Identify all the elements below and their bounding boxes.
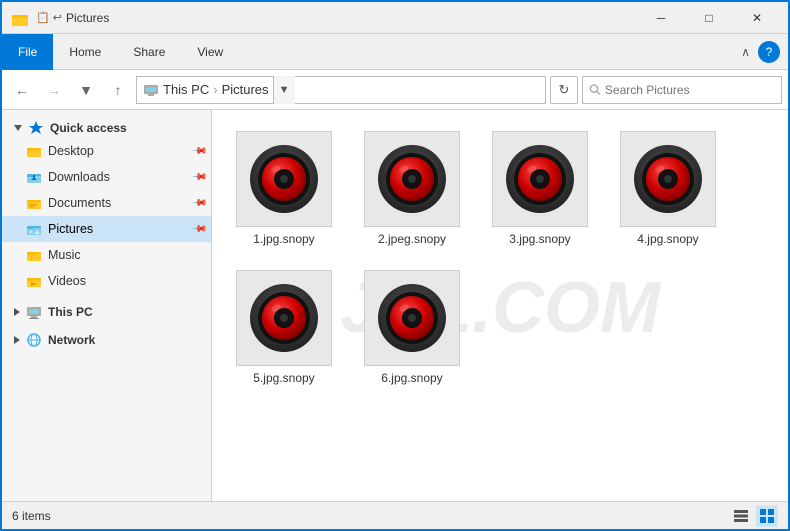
forward-button[interactable]: → xyxy=(40,76,68,104)
sidebar-item-downloads[interactable]: Downloads 📌 xyxy=(2,164,211,190)
list-view-icon xyxy=(733,508,749,524)
this-pc-label: This PC xyxy=(48,305,93,319)
documents-label: Documents xyxy=(48,196,111,210)
path-pictures[interactable]: Pictures xyxy=(222,82,269,97)
toolbar-icon: 📋 ↩ xyxy=(36,11,62,24)
path-this-pc[interactable]: This PC xyxy=(163,82,209,97)
window-title: Pictures xyxy=(66,11,638,25)
desktop-label: Desktop xyxy=(48,144,94,158)
window-icon xyxy=(10,8,30,28)
file-item-4[interactable]: 4.jpg.snopy xyxy=(608,122,728,253)
ribbon-chevron: ∧ ? xyxy=(741,41,788,63)
videos-label: Videos xyxy=(48,274,86,288)
ribbon: File Home Share View ∧ ? xyxy=(2,34,788,70)
help-button[interactable]: ? xyxy=(758,41,780,63)
tab-share[interactable]: Share xyxy=(117,34,181,70)
view-controls xyxy=(730,505,778,527)
file-thumbnail-1 xyxy=(236,131,332,227)
sidebar: Quick access Desktop 📌 xyxy=(2,110,212,505)
minimize-button[interactable]: ─ xyxy=(638,2,684,34)
sidebar-item-music[interactable]: ♪ Music xyxy=(2,242,211,268)
sidebar-section-quick-access[interactable]: Quick access xyxy=(2,114,211,138)
tab-view[interactable]: View xyxy=(181,34,239,70)
file-thumbnail-3 xyxy=(492,131,588,227)
file-thumbnail-4 xyxy=(620,131,716,227)
search-icon xyxy=(589,83,601,96)
expand-network-icon xyxy=(14,336,20,344)
expand-this-pc-icon xyxy=(14,308,20,316)
folder-blue-icon xyxy=(26,143,42,159)
file-item-2[interactable]: 2.jpeg.snopy xyxy=(352,122,472,253)
grid-view-button[interactable] xyxy=(756,505,778,527)
search-input[interactable] xyxy=(605,83,775,97)
star-icon xyxy=(28,120,44,136)
pin-icon-3: 📌 xyxy=(190,195,207,212)
sidebar-item-videos[interactable]: Videos xyxy=(2,268,211,294)
file-name-6: 6.jpg.snopy xyxy=(381,371,442,385)
pin-icon: 📌 xyxy=(190,143,207,160)
folder-download-icon xyxy=(26,169,42,185)
file-item-6[interactable]: 6.jpg.snopy xyxy=(352,261,472,392)
file-item-1[interactable]: 1.jpg.snopy xyxy=(224,122,344,253)
folder-pics-icon xyxy=(26,221,42,237)
file-name-5: 5.jpg.snopy xyxy=(253,371,314,385)
item-count: 6 items xyxy=(12,509,51,523)
sidebar-section-network[interactable]: Network xyxy=(2,326,211,350)
file-name-4: 4.jpg.snopy xyxy=(637,232,698,246)
tab-file[interactable]: File xyxy=(2,34,53,70)
content-area: JSL.COM xyxy=(212,110,788,505)
grid-view-icon xyxy=(759,508,775,524)
collapse-ribbon-button[interactable]: ∧ xyxy=(741,45,750,59)
recent-locations-button[interactable]: ▼ xyxy=(72,76,100,104)
music-icon: ♪ xyxy=(26,247,42,263)
file-grid: 1.jpg.snopy xyxy=(220,118,780,396)
folder-docs-icon xyxy=(26,195,42,211)
expand-icon xyxy=(14,125,22,131)
video-icon xyxy=(26,273,42,289)
pin-icon-2: 📌 xyxy=(190,169,207,186)
main-layout: Quick access Desktop 📌 xyxy=(2,110,788,505)
file-item-3[interactable]: 3.jpg.snopy xyxy=(480,122,600,253)
file-name-2: 2.jpeg.snopy xyxy=(378,232,446,246)
file-name-1: 1.jpg.snopy xyxy=(253,232,314,246)
maximize-button[interactable]: □ xyxy=(686,2,732,34)
window-controls[interactable]: ─ □ ✕ xyxy=(638,2,780,34)
sidebar-item-pictures[interactable]: Pictures 📌 xyxy=(2,216,211,242)
file-thumbnail-5 xyxy=(236,270,332,366)
path-dropdown-button[interactable]: ▼ xyxy=(273,76,295,104)
tab-home[interactable]: Home xyxy=(53,34,117,70)
svg-text:♪: ♪ xyxy=(30,255,34,262)
file-name-3: 3.jpg.snopy xyxy=(509,232,570,246)
file-thumbnail-2 xyxy=(364,131,460,227)
sidebar-item-documents[interactable]: Documents 📌 xyxy=(2,190,211,216)
search-box[interactable] xyxy=(582,76,782,104)
music-label: Music xyxy=(48,248,81,262)
close-button[interactable]: ✕ xyxy=(734,2,780,34)
sidebar-section-this-pc[interactable]: This PC xyxy=(2,298,211,322)
this-pc-sidebar-icon xyxy=(26,304,42,320)
address-path[interactable]: This PC › Pictures ▼ xyxy=(136,76,546,104)
address-bar: ← → ▼ ↑ This PC › Pictures ▼ ↻ xyxy=(2,70,788,110)
list-view-button[interactable] xyxy=(730,505,752,527)
this-pc-icon xyxy=(143,82,159,98)
status-bar: 6 items xyxy=(2,501,788,529)
title-bar: 📋 ↩ Pictures ─ □ ✕ xyxy=(2,2,788,34)
sidebar-item-desktop[interactable]: Desktop 📌 xyxy=(2,138,211,164)
up-button[interactable]: ↑ xyxy=(104,76,132,104)
refresh-button[interactable]: ↻ xyxy=(550,76,578,104)
file-item-5[interactable]: 5.jpg.snopy xyxy=(224,261,344,392)
breadcrumb-sep-1: › xyxy=(213,82,217,97)
downloads-label: Downloads xyxy=(48,170,110,184)
quick-access-label: Quick access xyxy=(50,121,127,135)
network-label: Network xyxy=(48,333,95,347)
pictures-label: Pictures xyxy=(48,222,93,236)
pin-icon-4: 📌 xyxy=(190,221,207,238)
network-icon xyxy=(26,332,42,348)
back-button[interactable]: ← xyxy=(8,76,36,104)
file-thumbnail-6 xyxy=(364,270,460,366)
